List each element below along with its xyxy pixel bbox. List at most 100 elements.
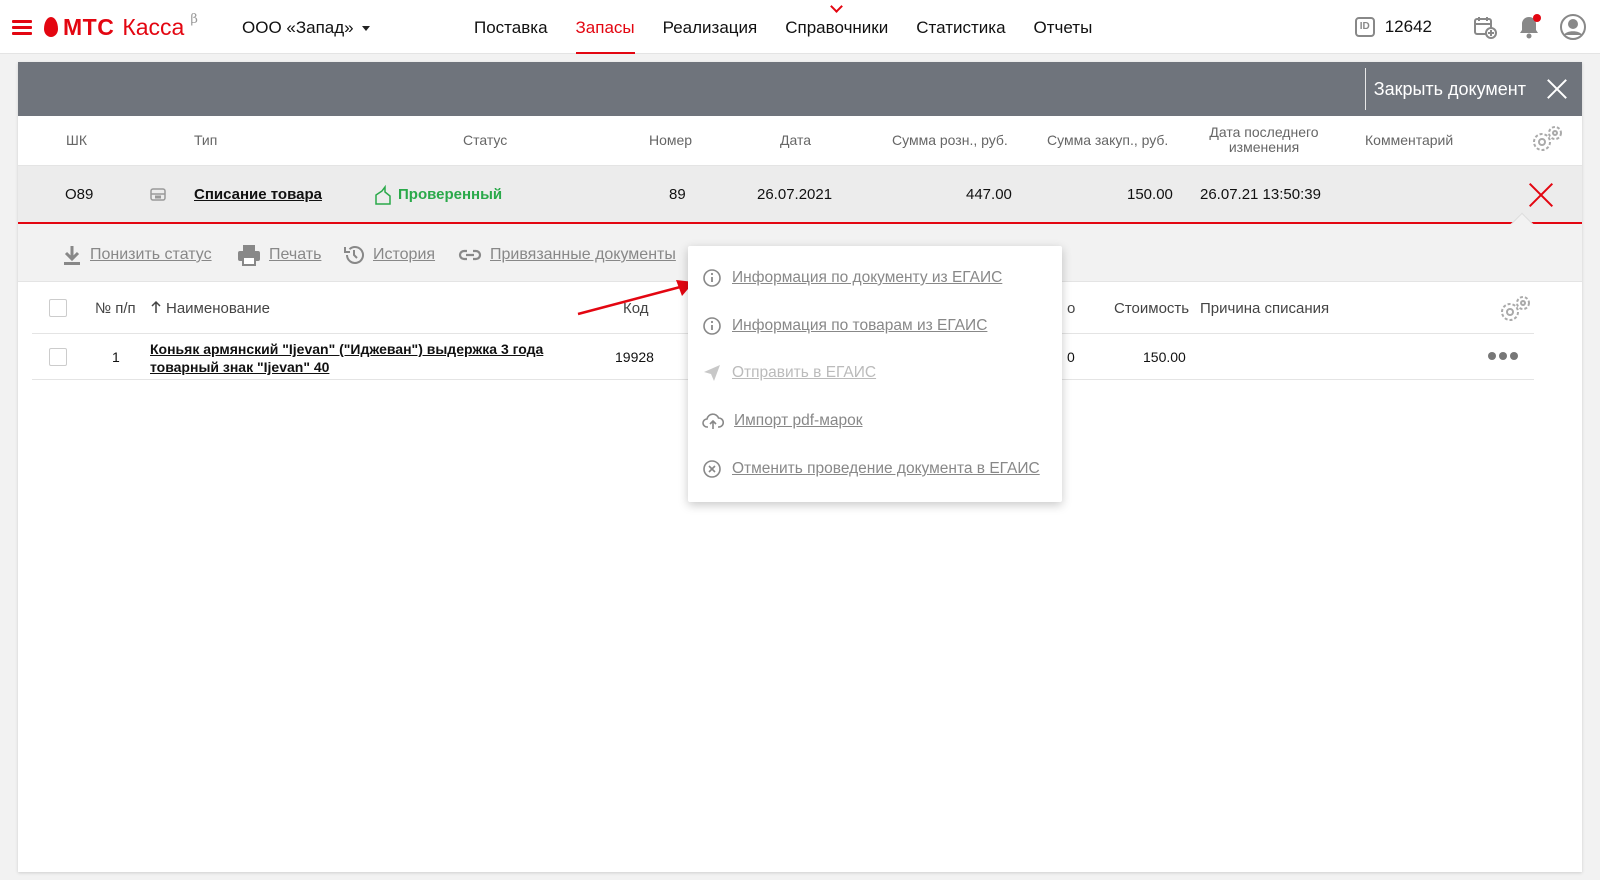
col-name[interactable]: Наименование xyxy=(166,300,270,317)
row-checkbox[interactable] xyxy=(49,348,67,366)
history-label: История xyxy=(373,246,436,263)
col-retail-sum: Сумма розн., руб. xyxy=(892,132,1008,148)
organization-selector[interactable]: ООО «Запад» xyxy=(242,18,370,38)
delete-document-icon[interactable] xyxy=(1528,182,1554,208)
doc-status: Проверенный xyxy=(398,186,503,203)
mts-egg-icon xyxy=(44,17,58,37)
row-index: 1 xyxy=(112,349,120,365)
download-icon xyxy=(64,246,80,265)
document-table-header: ШК Тип Статус Номер Дата Сумма розн., ру… xyxy=(18,116,1582,166)
menu-item-doc-info-label: Информация по документу из ЕГАИС xyxy=(732,269,1003,286)
col-barcode: ШК xyxy=(66,132,87,148)
doc-type-icon xyxy=(150,186,166,206)
chevron-down-icon xyxy=(829,0,843,13)
sort-arrow-up-icon[interactable] xyxy=(150,300,162,318)
info-icon xyxy=(703,317,721,335)
row-cost: 150.00 xyxy=(1143,349,1186,365)
lower-status-label: Понизить статус xyxy=(90,246,212,263)
col-date: Дата xyxy=(780,132,812,148)
col-code: Код xyxy=(623,300,649,317)
items-gear-icon[interactable] xyxy=(1498,294,1532,322)
col-comment: Комментарий xyxy=(1365,132,1454,148)
printer-icon xyxy=(238,245,260,266)
select-all-checkbox[interactable] xyxy=(49,299,67,317)
bell-icon[interactable] xyxy=(1516,14,1542,40)
send-icon xyxy=(704,365,720,381)
cancel-circle-icon xyxy=(703,460,721,478)
menu-item-import-pdf[interactable]: Импорт pdf-марок xyxy=(702,411,863,431)
nav-stock[interactable]: Запасы xyxy=(562,0,649,54)
item-name-line2: товарный знак "Ijevan" 40 xyxy=(150,359,330,375)
col-last-change-line1: Дата последнего xyxy=(1209,124,1319,140)
col-status: Статус xyxy=(463,132,508,148)
main-nav: Поставка Запасы Реализация Справочники С… xyxy=(460,0,1106,54)
nav-reports[interactable]: Отчеты xyxy=(1020,0,1107,54)
logo[interactable]: МТС Касса β xyxy=(44,12,198,42)
history-icon xyxy=(344,246,364,264)
notification-dot xyxy=(1533,14,1541,22)
menu-item-doc-info[interactable]: Информация по документу из ЕГАИС xyxy=(702,268,1002,288)
caret-down-icon xyxy=(361,26,370,32)
doc-last-change: 26.07.21 13:50:39 xyxy=(1200,186,1321,203)
menu-item-import-pdf-label: Импорт pdf-марок xyxy=(734,412,863,429)
doc-date: 26.07.2021 xyxy=(757,186,833,203)
status-check-icon xyxy=(373,184,393,210)
col-last-change-line2: изменения xyxy=(1228,139,1300,155)
nav-directories-label: Справочники xyxy=(785,18,889,37)
col-cost: Стоимость xyxy=(1114,300,1190,317)
document-toolbar: Закрыть документ xyxy=(18,62,1582,116)
item-name-link[interactable]: Коньяк армянский "Ijevan" ("Иджеван") вы… xyxy=(150,340,570,376)
more-options-icon[interactable] xyxy=(1485,352,1518,360)
linked-documents-label: Привязанные документы xyxy=(490,246,676,263)
history-button[interactable]: История xyxy=(343,244,435,266)
col-type: Тип xyxy=(194,132,218,148)
close-document-label: Закрыть документ xyxy=(1373,78,1526,99)
item-name-line1: Коньяк армянский "Ijevan" ("Иджеван") вы… xyxy=(150,341,544,357)
col-reason: Причина списания xyxy=(1200,300,1330,317)
menu-item-goods-info-label: Информация по товарам из ЕГАИС xyxy=(732,317,988,334)
print-button[interactable]: Печать xyxy=(237,244,321,266)
organization-name: ООО «Запад» xyxy=(242,18,354,37)
id-icon: ID xyxy=(1354,17,1375,37)
nav-supply[interactable]: Поставка xyxy=(460,0,562,54)
link-icon xyxy=(458,249,482,261)
nav-sales[interactable]: Реализация xyxy=(649,0,772,54)
menu-burger-icon[interactable] xyxy=(12,20,32,35)
cloud-upload-icon xyxy=(702,413,724,429)
menu-item-goods-info[interactable]: Информация по товарам из ЕГАИС xyxy=(702,316,987,336)
row-partial: 0 xyxy=(1067,349,1075,365)
user-avatar-icon[interactable] xyxy=(1560,14,1586,40)
logo-beta: β xyxy=(190,11,198,27)
info-icon xyxy=(703,269,721,287)
lower-status-button[interactable]: Понизить статус xyxy=(62,244,212,266)
top-right-controls: ID 12642 xyxy=(1354,14,1586,40)
menu-item-cancel-egais[interactable]: Отменить проведение документа в ЕГАИС xyxy=(702,459,1040,479)
close-document-button[interactable]: Закрыть документ xyxy=(1364,68,1582,110)
gear-icon[interactable] xyxy=(1530,124,1564,152)
nav-statistics[interactable]: Статистика xyxy=(902,0,1019,54)
doc-retail-sum: 447.00 xyxy=(966,186,1012,203)
top-bar: МТС Касса β ООО «Запад» Поставка Запасы … xyxy=(0,0,1600,54)
col-partial: о xyxy=(1067,300,1076,317)
doc-number: 89 xyxy=(669,186,686,203)
col-index: № п/п xyxy=(95,300,136,317)
doc-barcode: O89 xyxy=(65,186,94,203)
egais-dropdown-menu: Информация по документу из ЕГАИС Информа… xyxy=(688,246,1062,502)
close-icon xyxy=(1546,78,1568,100)
nav-directories[interactable]: Справочники xyxy=(771,0,902,54)
menu-item-send-egais[interactable]: Отправить в ЕГАИС xyxy=(702,363,876,383)
doc-purchase-sum: 150.00 xyxy=(1127,186,1173,203)
add-calendar-icon[interactable] xyxy=(1472,14,1498,40)
col-last-change: Дата последнего изменения xyxy=(1204,125,1324,155)
logo-brand: МТС xyxy=(63,13,115,40)
row-code: 19928 xyxy=(615,349,654,365)
col-purchase-sum: Сумма закуп., руб. xyxy=(1047,132,1169,148)
doc-type-link[interactable]: Списание товара xyxy=(194,186,322,203)
menu-item-cancel-egais-label: Отменить проведение документа в ЕГАИС xyxy=(732,460,1040,477)
menu-item-send-egais-label: Отправить в ЕГАИС xyxy=(732,364,877,381)
account-id: 12642 xyxy=(1384,17,1432,36)
document-row[interactable]: O89 Списание товара Проверенный 89 26.07… xyxy=(18,166,1582,236)
linked-documents-button[interactable]: Привязанные документы xyxy=(458,244,676,266)
logo-product: Касса xyxy=(122,13,185,40)
col-number: Номер xyxy=(649,132,693,148)
